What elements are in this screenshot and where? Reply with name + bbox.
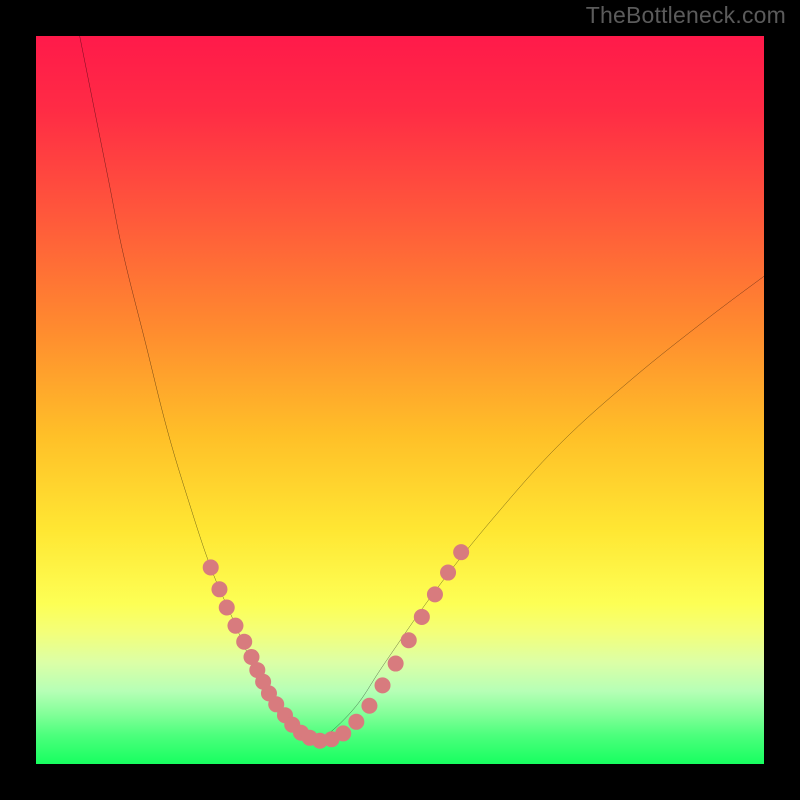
plot-area [36,36,764,764]
dot [414,609,430,625]
dot [219,599,235,615]
dot [361,698,377,714]
dot [348,714,364,730]
dot [227,618,243,634]
chart-frame: TheBottleneck.com [0,0,800,800]
dot [440,565,456,581]
dot [375,677,391,693]
dot [236,634,252,650]
dot [203,559,219,575]
bottleneck-curve [80,36,764,742]
dot [335,725,351,741]
curve-layer [36,36,764,764]
dot [401,632,417,648]
highlight-dots [203,544,469,749]
dot [427,586,443,602]
dot [388,656,404,672]
dot [453,544,469,560]
watermark-text: TheBottleneck.com [586,2,786,29]
dot [211,581,227,597]
